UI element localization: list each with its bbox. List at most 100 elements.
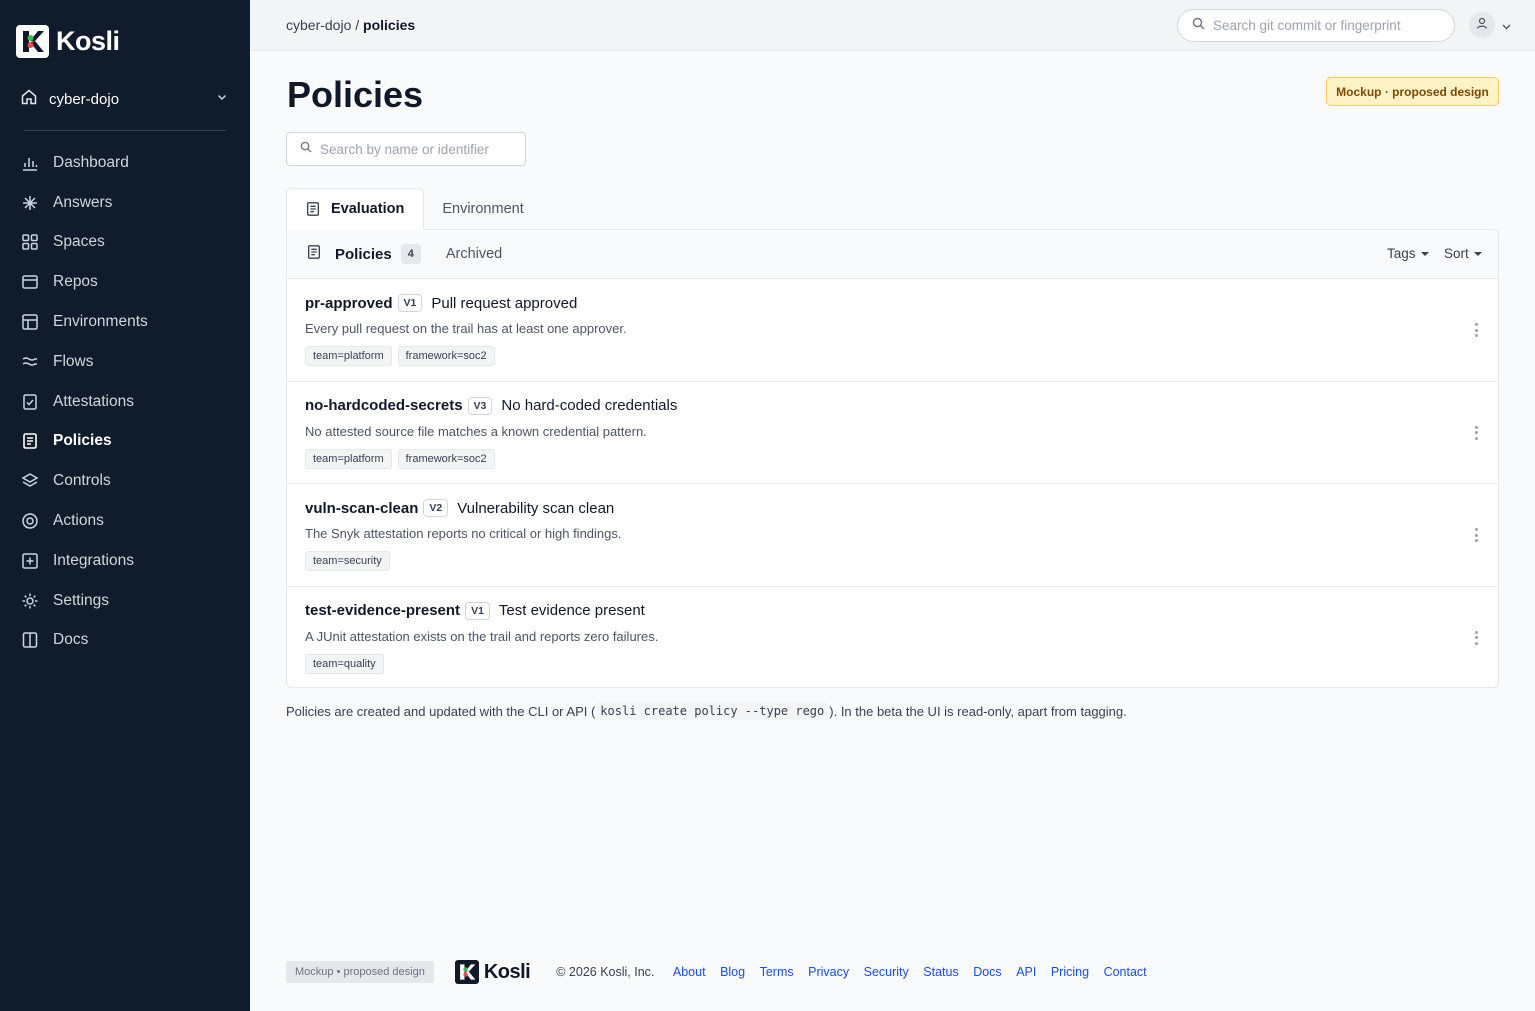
more-options-icon[interactable]: [1469, 321, 1483, 339]
kosli-logo[interactable]: Kosli: [16, 25, 120, 58]
tab-label: Evaluation: [331, 201, 405, 217]
policy-row[interactable]: no-hardcoded-secrets V3 No hard-coded cr…: [287, 382, 1498, 484]
sidebar-item-actions[interactable]: Actions: [0, 501, 250, 541]
page-title: Policies: [287, 74, 424, 115]
sun-gear-icon: [20, 591, 40, 611]
footer-link-pricing[interactable]: Pricing: [1051, 965, 1089, 979]
footer-links: About Blog Terms Privacy Security Status…: [658, 965, 1147, 979]
footer-link-about[interactable]: About: [673, 965, 706, 979]
sidebar-item-answers[interactable]: Answers: [0, 183, 250, 223]
panel-title[interactable]: Policies: [335, 246, 392, 263]
policy-description: No attested source file matches a known …: [305, 423, 647, 439]
tags-filter-button[interactable]: Tags: [1387, 246, 1429, 261]
footer-link-contact[interactable]: Contact: [1104, 965, 1147, 979]
footer-link-terms[interactable]: Terms: [760, 965, 794, 979]
archived-tab[interactable]: Archived: [446, 246, 502, 262]
sidebar-item-docs[interactable]: Docs: [0, 621, 250, 661]
document-icon: [306, 244, 322, 265]
cli-command: kosli create policy --type rego: [597, 702, 828, 720]
policy-identifier[interactable]: pr-approved: [305, 295, 393, 312]
policy-count-badge: 4: [400, 244, 421, 264]
policy-name: Test evidence present: [498, 602, 645, 619]
policy-name: Pull request approved: [431, 294, 578, 312]
footer-link-api[interactable]: API: [1016, 965, 1036, 979]
sidebar-item-policies[interactable]: Policies: [0, 422, 250, 462]
sidebar-item-label: Integrations: [53, 551, 134, 569]
kosli-logo-mark-icon: [16, 25, 49, 58]
policy-version-badge: V1: [397, 294, 423, 312]
policy-identifier[interactable]: no-hardcoded-secrets: [305, 397, 463, 414]
policy-tag[interactable]: team=platform: [305, 346, 392, 366]
topbar: cyber-dojo / policies: [250, 0, 1535, 51]
policy-identifier[interactable]: vuln-scan-clean: [305, 500, 418, 517]
policy-row[interactable]: test-evidence-present V1 Test evidence p…: [287, 587, 1498, 688]
policy-name: No hard-coded credentials: [501, 397, 678, 414]
sidebar: Kosli cyber-dojo Dashboard Answers Space…: [0, 0, 250, 1011]
sidebar-item-label: Attestations: [53, 392, 134, 410]
footer-logo[interactable]: Kosli: [454, 960, 531, 984]
policy-row[interactable]: pr-approved V1 Pull request approved Eve…: [287, 279, 1498, 382]
breadcrumb-org[interactable]: cyber-dojo: [286, 17, 351, 33]
plus-square-icon: [20, 551, 40, 571]
sidebar-item-label: Dashboard: [53, 153, 129, 171]
sidebar-item-integrations[interactable]: Integrations: [0, 541, 250, 581]
sidebar-divider: [24, 130, 226, 131]
avatar[interactable]: [1469, 12, 1495, 38]
home-icon: [20, 88, 38, 111]
global-search[interactable]: [1177, 9, 1455, 42]
sidebar-item-repos[interactable]: Repos: [0, 262, 250, 302]
policy-search-input[interactable]: [320, 141, 520, 157]
policy-row[interactable]: vuln-scan-clean V2 Vulnerability scan cl…: [287, 484, 1498, 587]
sort-button[interactable]: Sort: [1444, 246, 1482, 261]
policy-tag[interactable]: framework=soc2: [397, 448, 495, 469]
policy-tag[interactable]: team=security: [305, 551, 390, 571]
policy-tags: team=quality: [305, 653, 390, 674]
footer: Mockup • proposed design Kosli © 2026 Ko…: [286, 958, 1147, 986]
footer-brand-name: Kosli: [483, 960, 531, 983]
policy-tags: team=platform framework=soc2: [305, 448, 501, 469]
sidebar-item-label: Spaces: [53, 233, 105, 251]
breadcrumb-current: policies: [363, 17, 416, 33]
org-switcher[interactable]: cyber-dojo: [20, 86, 228, 112]
search-icon: [300, 140, 312, 158]
more-options-icon[interactable]: [1469, 629, 1483, 647]
sidebar-item-controls[interactable]: Controls: [0, 461, 250, 501]
org-name: cyber-dojo: [49, 90, 120, 108]
tab-evaluation[interactable]: Evaluation: [286, 188, 425, 230]
sidebar-item-environments[interactable]: Environments: [0, 302, 250, 342]
breadcrumb: cyber-dojo / policies: [286, 17, 415, 33]
footer-link-security[interactable]: Security: [864, 965, 909, 979]
sidebar-item-spaces[interactable]: Spaces: [0, 223, 250, 263]
sidebar-item-label: Controls: [53, 472, 111, 490]
policy-tag[interactable]: team=quality: [305, 653, 384, 674]
tab-environment[interactable]: Environment: [424, 188, 542, 230]
footnote-text-after: ). In the beta the UI is read-only, apar…: [829, 703, 1127, 719]
sidebar-item-label: Actions: [53, 512, 104, 530]
caret-down-icon: [1420, 251, 1429, 256]
policy-search[interactable]: [286, 132, 526, 166]
search-icon: [1192, 17, 1205, 35]
sidebar-item-settings[interactable]: Settings: [0, 581, 250, 621]
chevron-down-icon[interactable]: [1501, 19, 1512, 37]
footer-link-status[interactable]: Status: [923, 965, 958, 979]
sidebar-item-dashboard[interactable]: Dashboard: [0, 143, 250, 183]
caret-down-icon: [1473, 251, 1482, 256]
footer-mockup-badge: Mockup • proposed design: [286, 961, 434, 983]
sidebar-item-attestations[interactable]: Attestations: [0, 382, 250, 422]
footer-link-privacy[interactable]: Privacy: [808, 965, 849, 979]
more-options-icon[interactable]: [1469, 526, 1483, 544]
policy-tag[interactable]: framework=soc2: [397, 346, 495, 366]
policy-version-badge: V2: [423, 499, 449, 517]
policy-identifier[interactable]: test-evidence-present: [305, 602, 460, 619]
policy-tags: team=security: [305, 551, 396, 571]
sidebar-item-flows[interactable]: Flows: [0, 342, 250, 382]
footer-link-blog[interactable]: Blog: [720, 965, 745, 979]
global-search-input[interactable]: [1213, 18, 1443, 33]
check-square-icon: [20, 392, 40, 412]
policy-tag[interactable]: team=platform: [305, 448, 392, 469]
footer-link-docs[interactable]: Docs: [973, 965, 1001, 979]
bar-chart-icon: [20, 153, 40, 173]
policies-panel: Policies 4 Archived Tags Sort pr-approve…: [286, 229, 1499, 688]
policy-description: The Snyk attestation reports no critical…: [305, 526, 622, 541]
more-options-icon[interactable]: [1469, 424, 1483, 442]
